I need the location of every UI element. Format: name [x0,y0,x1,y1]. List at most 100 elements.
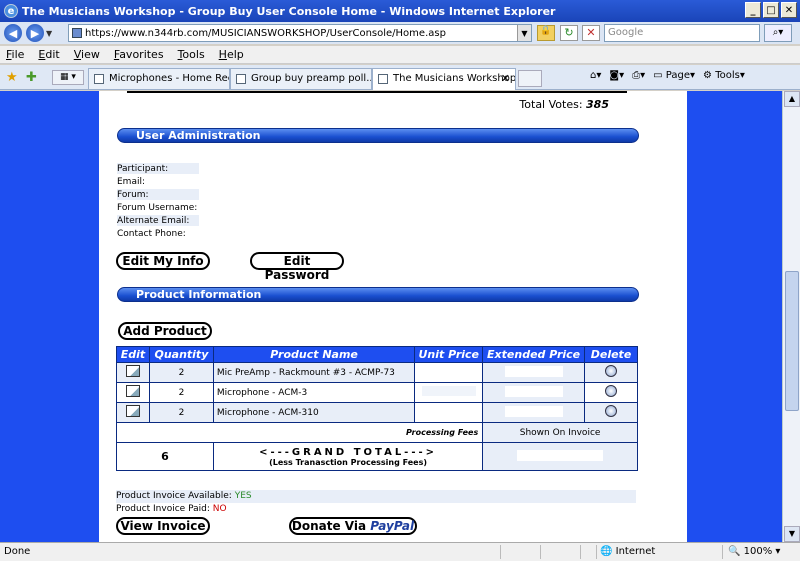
search-icon[interactable]: ⌕▾ [764,24,792,42]
edit-icon[interactable] [125,405,140,417]
stop-icon[interactable]: ✕ [582,25,600,41]
edit-icon[interactable] [125,385,140,397]
page-body: Total Votes: 385 User Administration Par… [99,91,687,542]
address-input[interactable]: https://www.n344rb.com/MUSICIANSWORKSHOP… [68,24,532,42]
user-admin-title: User Administration [136,129,261,142]
tab-group-buy[interactable]: Group buy preamp poll... - P... [230,68,372,89]
tools-menu[interactable]: ⚙ Tools▾ [703,70,745,81]
unit-price-cell [414,402,484,423]
new-tab-button[interactable] [518,70,542,87]
view-invoice-button[interactable]: View Invoice [116,517,210,535]
address-url: https://www.n344rb.com/MUSICIANSWORKSHOP… [85,27,446,39]
add-product-button[interactable]: Add Product [118,322,212,340]
invoice-available-label: Product Invoice Available: [116,491,232,501]
edit-my-info-button[interactable]: Edit My Info [116,252,210,270]
command-bar: ⌂▾ ◙▾ ⎙▾ ▭ Page▾ ⚙ Tools▾ [590,70,745,81]
search-input[interactable]: Google [604,24,760,42]
scroll-thumb[interactable] [785,271,799,411]
menu-view[interactable]: View [74,48,100,61]
window-title: The Musicians Workshop - Group Buy User … [22,4,556,18]
unit-price-value [421,386,476,396]
scroll-down-icon[interactable]: ▼ [784,526,800,542]
total-votes-value: 385 [586,98,609,111]
menu-tools[interactable]: Tools [178,48,205,61]
product-table: Edit Quantity Product Name Unit Price Ex… [115,346,638,471]
extended-price-value [504,365,563,377]
back-icon[interactable]: ◀ [4,24,22,42]
tab-microphones[interactable]: Microphones - Home Recordi... [88,68,230,89]
tab-row: ★ ✚ ▦ ▾ Microphones - Home Recordi... Gr… [0,65,800,90]
product-name-cell: Mic PreAmp - Rackmount #3 - ACMP-73 [212,362,416,383]
quantity-cell: 2 [148,382,214,403]
invoice-paid-label: Product Invoice Paid: [116,504,210,514]
tools-menu-label: Tools [715,70,740,81]
close-icon[interactable]: ✕ [781,2,797,18]
forum-label: Forum: [117,190,149,200]
delete-cell [584,382,638,403]
quick-tabs-icon[interactable]: ▦ ▾ [52,70,84,85]
grand-total-sub: (Less Tranasction Processing Fees) [269,457,427,467]
edit-icon[interactable] [125,365,140,377]
status-bar: Done 🌐 Internet 🔍 100% ▾ [0,542,800,561]
col-unit-price: Unit Price [414,346,484,363]
processing-fees-row: Processing Fees Shown On Invoice [115,422,638,443]
history-dropdown-icon[interactable]: ▼ [46,29,52,38]
quantity-cell: 2 [148,402,214,423]
feeds-icon[interactable]: ◙▾ [609,70,624,81]
menu-edit[interactable]: Edit [38,48,59,61]
unit-price-value [421,366,476,376]
window-controls: _ □ ✕ [745,2,797,18]
tab-page-icon [94,74,104,84]
address-dropdown-icon[interactable]: ▼ [517,25,531,41]
tab-label: The Musicians Workshop ... [393,73,516,84]
edit-password-button[interactable]: Edit Password [250,252,344,282]
tab-musicians-workshop[interactable]: The Musicians Workshop ... ✕ [372,68,516,90]
home-icon[interactable]: ⌂▾ [590,70,601,81]
print-icon[interactable]: ⎙▾ [632,70,645,81]
extended-price-cell [482,402,586,423]
extended-price-value [504,405,563,417]
unit-price-value [421,406,476,416]
delete-icon[interactable] [605,385,617,397]
grand-total-label: <---GRAND TOTAL---> [259,446,438,458]
add-favorite-icon[interactable]: ✚ [26,70,37,85]
status-text: Done [4,546,31,557]
invoice-paid-value: NO [212,504,227,514]
processing-fees-label: Processing Fees [115,422,484,443]
col-extended-price: Extended Price [482,346,586,363]
unit-price-cell [414,382,484,403]
refresh-icon[interactable]: ↻ [560,25,578,41]
col-delete: Delete [584,346,638,363]
unit-price-cell [414,362,484,383]
page-menu[interactable]: ▭ Page▾ [653,70,695,81]
page-menu-label: Page [665,70,690,81]
invoice-paid-row: Product Invoice Paid: NO [116,503,636,516]
lock-icon[interactable]: 🔒 [537,25,555,41]
menu-file[interactable]: File [6,48,24,61]
zone-label: Internet [615,546,656,557]
grand-total-label-cell: <---GRAND TOTAL---> (Less Tranasction Pr… [212,442,484,471]
forward-icon[interactable]: ▶ [26,24,44,42]
alternate-email-label: Alternate Email: [117,216,190,226]
page-icon [72,28,82,38]
favorites-star-icon[interactable]: ★ [6,70,18,85]
menu-favorites[interactable]: Favorites [114,48,164,61]
tab-close-icon[interactable]: ✕ [501,72,510,85]
scroll-up-icon[interactable]: ▲ [784,91,800,107]
email-label: Email: [117,177,146,187]
table-header-row: Edit Quantity Product Name Unit Price Ex… [116,346,638,363]
col-edit: Edit [116,346,150,363]
minimize-icon[interactable]: _ [745,2,761,18]
zoom-level[interactable]: 🔍 100% ▾ [728,546,780,557]
menu-help[interactable]: Help [219,48,244,61]
col-quantity: Quantity [148,346,214,363]
top-divider [127,91,627,93]
vertical-scrollbar[interactable]: ▲ ▼ [782,91,800,542]
donate-paypal-button[interactable]: Donate Via PayPal [289,517,417,535]
invoice-available-value: YES [234,491,252,501]
maximize-icon[interactable]: □ [763,2,779,18]
participant-label: Participant: [117,164,169,174]
delete-icon[interactable] [605,405,617,417]
product-info-header: Product Information [117,287,639,302]
delete-icon[interactable] [605,365,617,377]
